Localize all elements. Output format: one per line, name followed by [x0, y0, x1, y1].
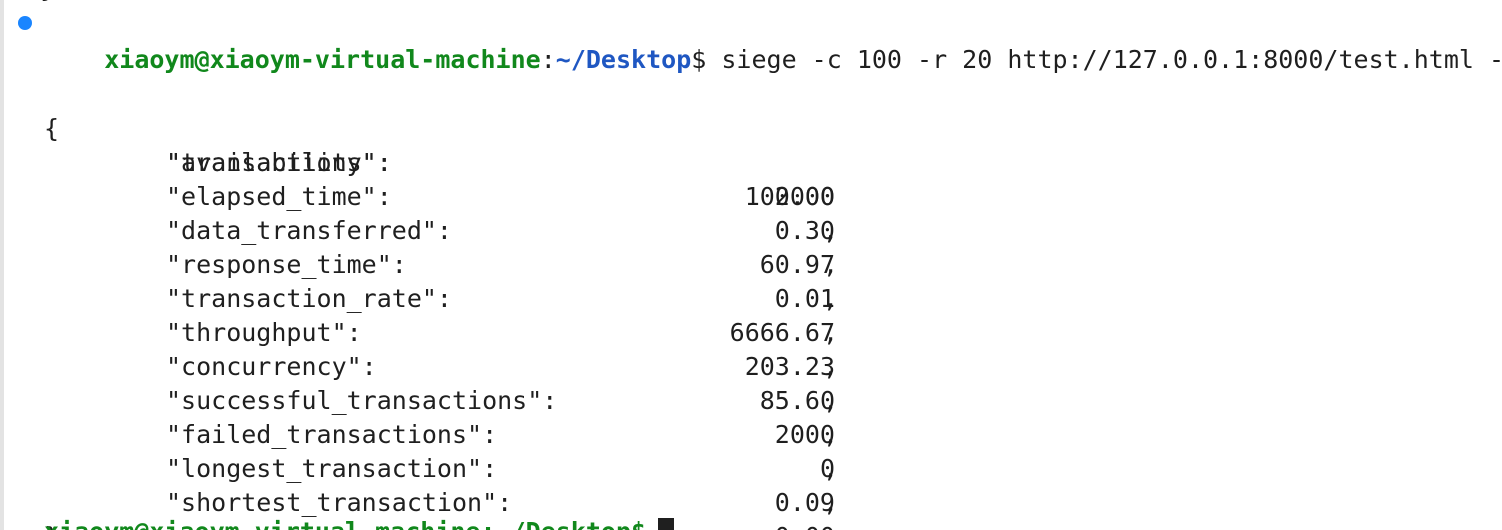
json-row-8: "successful_transactions": 2000 , [0, 350, 838, 483]
json-row-9: "failed_transactions": 0 , [0, 384, 838, 517]
json-value: 2000 [774, 420, 835, 449]
prompt-user-host: xiaoym@xiaoym-virtual-machine [104, 45, 541, 74]
json-value: 60.97 [759, 250, 835, 279]
json-row-11: "shortest_transaction": 0.00 [0, 452, 835, 530]
json-key: "availability": [166, 148, 392, 177]
json-key: "throughput": [166, 318, 362, 347]
json-value: 0.30 [774, 216, 835, 245]
json-row-0: { "transactions": 2000 , [0, 78, 838, 245]
json-row-4: "response_time": 0.01 , [0, 214, 838, 347]
next-prompt-fragment: xiaoym@xiaoym-virtual-machine:~/Desktop$ [44, 515, 646, 530]
siege-command: siege -c 100 -r 20 http://127.0.0.1:8000… [706, 45, 1502, 74]
json-value: 6666.67 [729, 318, 835, 347]
json-value: 203.23 [744, 352, 835, 381]
json-value: 0.09 [774, 488, 835, 517]
json-row-6: "throughput": 203.23 , [0, 282, 838, 415]
prompt-dollar: $ [691, 45, 707, 74]
json-key: "data_transferred": [166, 216, 452, 245]
json-key: "response_time": [166, 250, 407, 279]
json-key: "transaction_rate": [166, 284, 452, 313]
json-key: "concurrency": [166, 352, 377, 381]
json-value: 0.00 [625, 520, 835, 530]
json-key: "successful_transactions": [166, 386, 558, 415]
json-row-2: "elapsed_time": 0.30 , [0, 146, 838, 279]
json-row-1: "availability": 100.00 , [0, 112, 838, 245]
json-value: 85.60 [759, 386, 835, 415]
prompt-line: xiaoym@xiaoym-virtual-machine:~/Desktop$… [44, 9, 1502, 74]
command-status-dot-icon [18, 16, 32, 30]
json-value: 0 [819, 454, 835, 483]
json-key: "elapsed_time": [166, 182, 392, 211]
json-row-10: "longest_transaction": 0.09 , [0, 418, 838, 530]
json-key: "longest_transaction": [166, 454, 498, 483]
json-value: 0.01 [774, 284, 835, 313]
previous-output-fragment: } [40, 0, 55, 6]
prompt-path: ~/Desktop [555, 45, 692, 74]
terminal-cursor[interactable] [658, 518, 674, 530]
json-row-7: "concurrency": 85.60 , [0, 316, 838, 449]
json-row-5: "transaction_rate": 6666.67 , [0, 248, 838, 381]
json-row-3: "data_transferred": 60.97 , [0, 180, 838, 313]
prompt-separator: : [540, 45, 556, 74]
terminal-output[interactable]: } xiaoym@xiaoym-virtual-machine:~/Deskto… [0, 0, 1502, 530]
json-value: 100.00 [744, 182, 835, 211]
json-key: "failed_transactions": [166, 420, 498, 449]
